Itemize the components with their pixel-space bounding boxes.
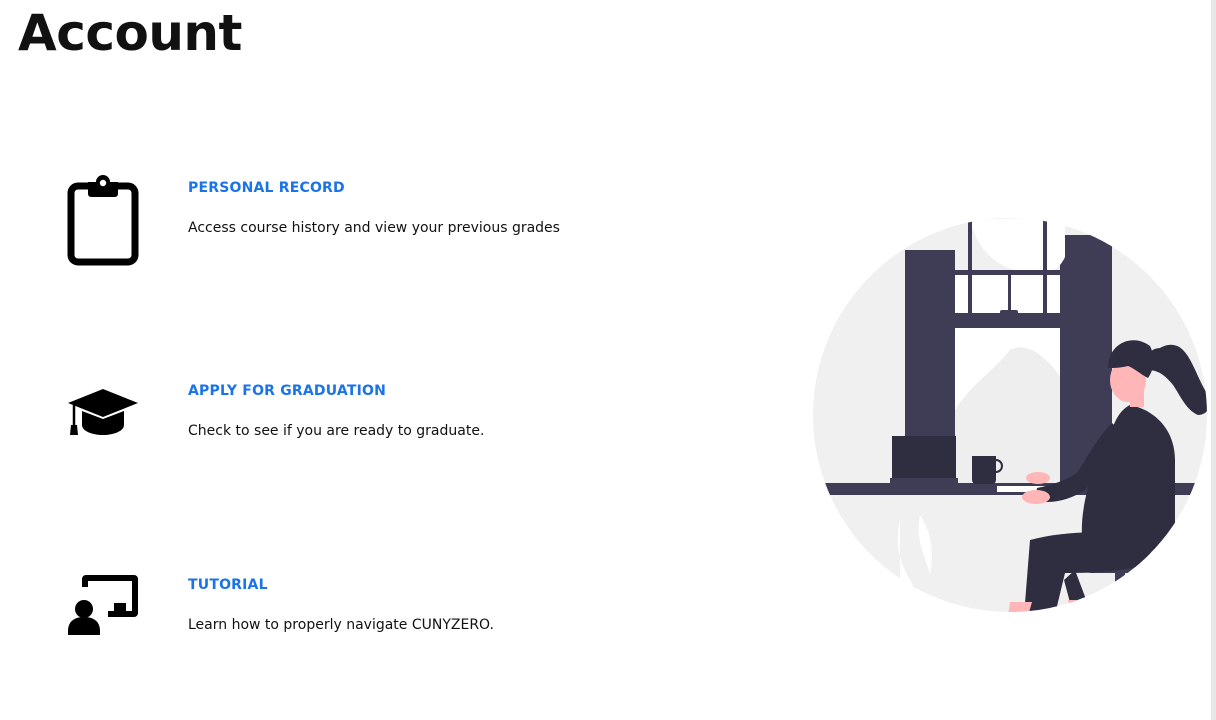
account-page: Account PERSONAL RECORD Access course hi… <box>0 0 1216 720</box>
apply-graduation-description: Check to see if you are ready to graduat… <box>188 423 485 439</box>
clipboard-icon <box>66 172 140 268</box>
tutorial-description: Learn how to properly navigate CUNYZERO. <box>188 617 494 633</box>
apply-graduation-link[interactable]: APPLY FOR GRADUATION <box>188 383 386 399</box>
personal-record-link[interactable]: PERSONAL RECORD <box>188 180 345 196</box>
vertical-scrollbar[interactable] <box>1211 0 1216 720</box>
personal-record-description: Access course history and view your prev… <box>188 220 560 236</box>
graduation-cap-icon <box>66 361 140 457</box>
presentation-icon <box>66 553 140 649</box>
tutorial-link[interactable]: TUTORIAL <box>188 577 268 593</box>
studying-woman-illustration <box>800 210 1216 630</box>
page-title: Account <box>18 4 242 62</box>
